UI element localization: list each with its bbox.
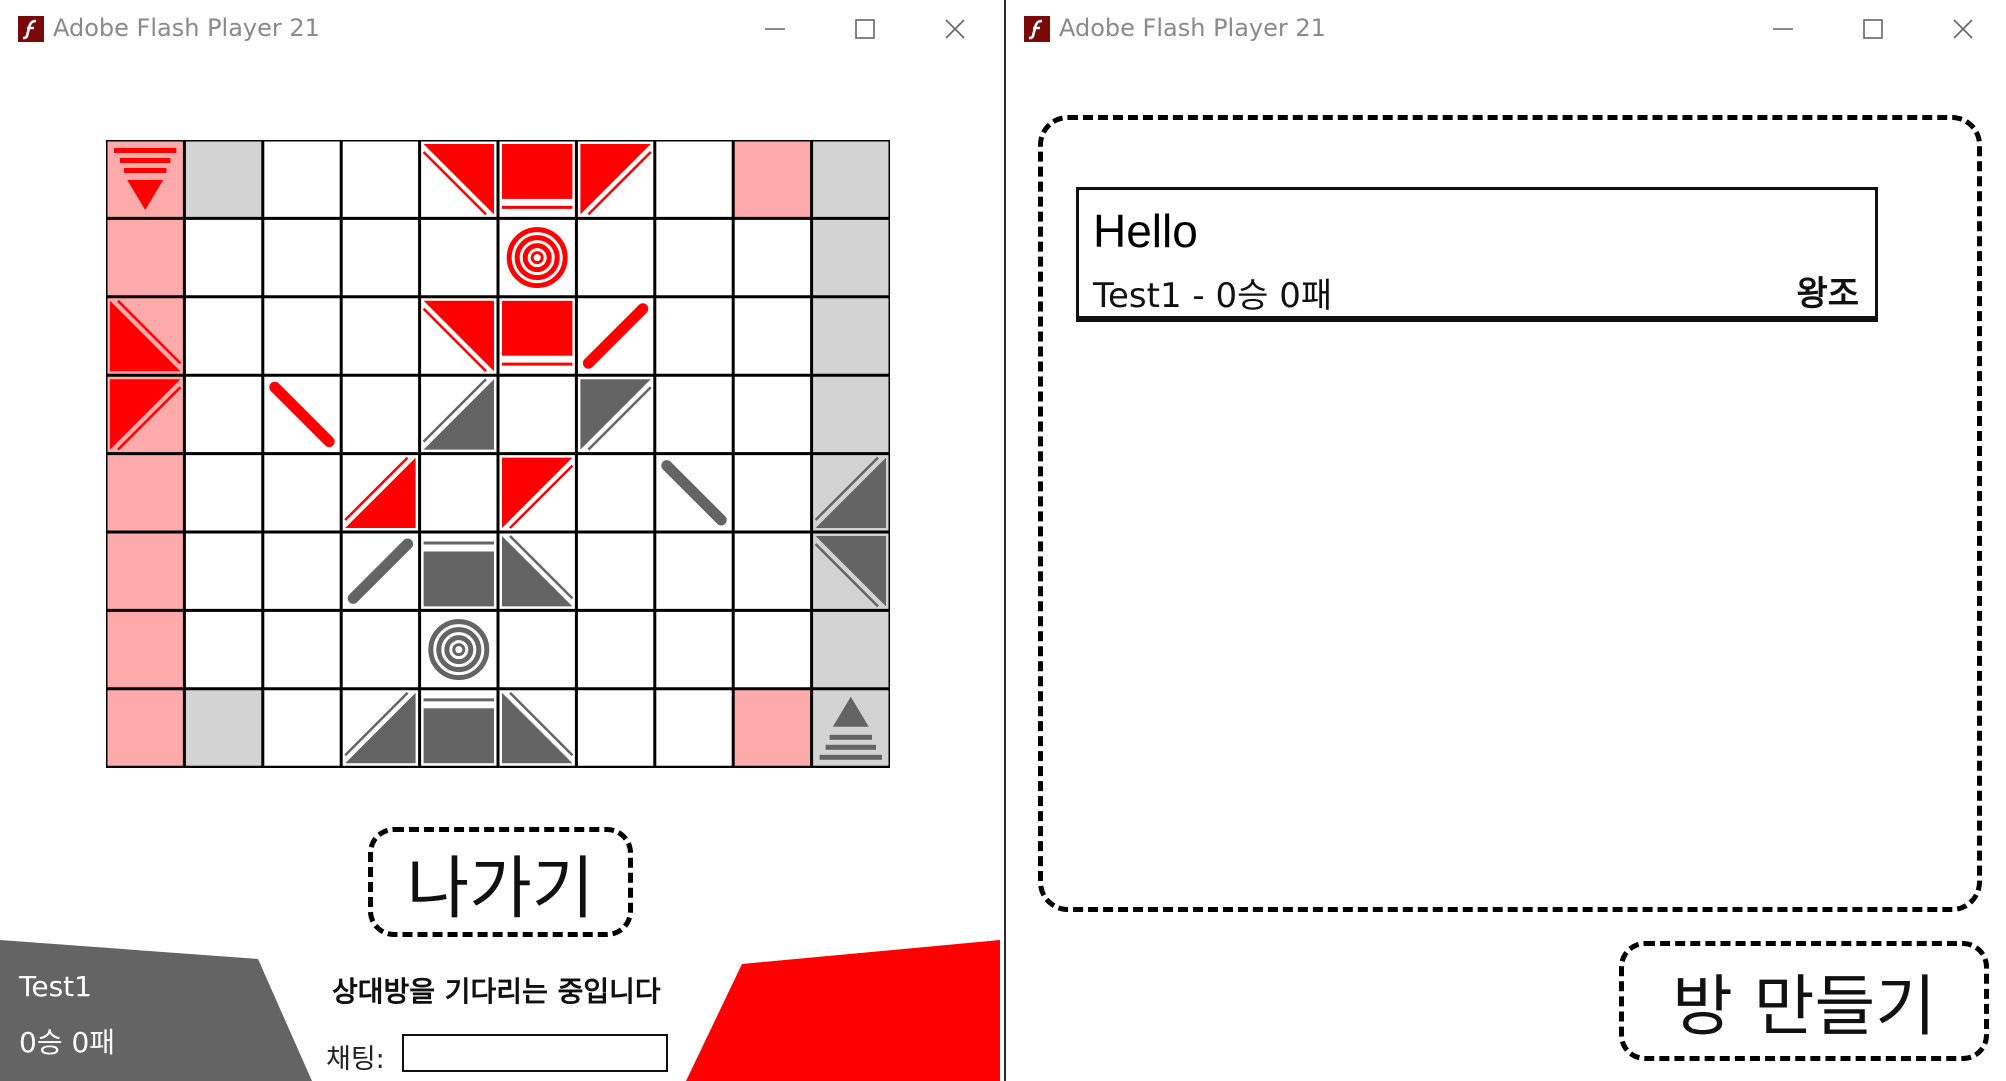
board-cell[interactable]: [341, 140, 420, 219]
board-cell[interactable]: [262, 453, 342, 532]
opponent-info-panel: [686, 940, 1000, 1081]
flash-player-logo-icon: [1024, 16, 1050, 42]
room-host-info: Test1 - 0승 0패: [1093, 276, 1333, 316]
board-cell[interactable]: [733, 296, 812, 376]
room-team: 왕조: [1796, 274, 1859, 314]
board-cell[interactable]: [576, 532, 655, 611]
board-cell[interactable]: [341, 218, 420, 297]
board-cell[interactable]: [576, 610, 655, 689]
board-cell[interactable]: [262, 532, 342, 611]
board-cell[interactable]: [733, 218, 812, 297]
board-cell[interactable]: [184, 140, 263, 219]
board-cell[interactable]: [733, 453, 812, 532]
board-cell[interactable]: [576, 218, 655, 297]
board-cell[interactable]: [498, 375, 577, 454]
board-cell[interactable]: [106, 532, 185, 611]
board-cell[interactable]: [262, 140, 342, 219]
board-cell[interactable]: [733, 140, 812, 219]
minimize-icon: [765, 28, 785, 30]
title-bar[interactable]: Adobe Flash Player 21: [1006, 0, 2006, 58]
board-cell[interactable]: [654, 218, 734, 297]
board-cell[interactable]: [811, 296, 890, 376]
maximize-button[interactable]: [1828, 0, 1918, 58]
flash-player-window-left: Adobe Flash Player 21 나가기 Test1 0승 0패 상대…: [0, 0, 1000, 1081]
close-button[interactable]: [1918, 0, 2006, 58]
title-bar[interactable]: Adobe Flash Player 21: [0, 0, 1000, 58]
board-cell[interactable]: [576, 688, 655, 768]
board-cell[interactable]: [654, 532, 734, 611]
board-cell[interactable]: [733, 375, 812, 454]
board-cell[interactable]: [341, 610, 420, 689]
close-button[interactable]: [910, 0, 1000, 58]
board-cell[interactable]: [654, 610, 734, 689]
red-block-top-piece[interactable]: [502, 300, 573, 366]
flash-player-window-right: Adobe Flash Player 21 Hello Test1 - 0승 0…: [1004, 0, 2006, 1081]
board-cell[interactable]: [262, 296, 342, 376]
board-cell[interactable]: [106, 218, 185, 297]
maximize-button[interactable]: [820, 0, 910, 58]
red-block-top-piece[interactable]: [502, 144, 573, 209]
board-cell[interactable]: [811, 610, 890, 689]
board-cell[interactable]: [184, 218, 263, 297]
board-cell[interactable]: [262, 688, 342, 768]
close-icon: [1953, 19, 1973, 39]
maximize-icon: [855, 19, 875, 39]
player-name: Test1: [19, 970, 92, 1003]
board-cell[interactable]: [184, 532, 263, 611]
board-cell[interactable]: [106, 453, 185, 532]
board-cell[interactable]: [184, 610, 263, 689]
exit-button[interactable]: 나가기: [368, 827, 633, 937]
board-cell[interactable]: [654, 296, 734, 376]
board-cell[interactable]: [184, 296, 263, 376]
gray-block-bottom-piece[interactable]: [423, 541, 495, 607]
board-cell[interactable]: [811, 140, 890, 219]
window-title: Adobe Flash Player 21: [53, 14, 320, 42]
window-title: Adobe Flash Player 21: [1059, 14, 1326, 42]
chat-input[interactable]: [402, 1034, 668, 1072]
close-icon: [945, 19, 965, 39]
board-cell[interactable]: [262, 610, 342, 689]
board-cell[interactable]: [811, 375, 890, 454]
minimize-icon: [1773, 28, 1793, 30]
board-cell[interactable]: [576, 453, 655, 532]
board-cell[interactable]: [654, 375, 734, 454]
board-cell[interactable]: [733, 688, 812, 768]
create-room-button[interactable]: 방 만들기: [1619, 941, 1989, 1061]
waiting-status-text: 상대방을 기다리는 중입니다: [332, 975, 661, 1008]
board-cell[interactable]: [184, 453, 263, 532]
room-title: Hello: [1093, 205, 1198, 257]
board-cell[interactable]: [419, 218, 498, 297]
board-cell[interactable]: [654, 140, 734, 219]
board-cell[interactable]: [654, 688, 734, 768]
board-cell[interactable]: [811, 218, 890, 297]
board-cell[interactable]: [733, 532, 812, 611]
board-cell[interactable]: [184, 375, 263, 454]
board-cell[interactable]: [733, 610, 812, 689]
board-cell[interactable]: [184, 688, 263, 768]
minimize-button[interactable]: [730, 0, 820, 58]
maximize-icon: [1863, 19, 1883, 39]
game-board[interactable]: [106, 140, 890, 768]
game-board-grid[interactable]: [106, 140, 890, 768]
board-cell[interactable]: [498, 610, 577, 689]
room-list-item[interactable]: Hello Test1 - 0승 0패 왕조: [1076, 187, 1878, 322]
board-cell[interactable]: [106, 610, 185, 689]
board-cell[interactable]: [341, 296, 420, 376]
gray-block-bottom-piece[interactable]: [423, 698, 495, 764]
flash-player-logo-icon: [18, 16, 44, 42]
board-cell[interactable]: [262, 218, 342, 297]
board-cell[interactable]: [341, 375, 420, 454]
player-record: 0승 0패: [19, 1026, 116, 1059]
board-cell[interactable]: [419, 453, 498, 532]
board-cell[interactable]: [106, 688, 185, 768]
minimize-button[interactable]: [1738, 0, 1828, 58]
chat-label: 채팅:: [326, 1044, 385, 1075]
